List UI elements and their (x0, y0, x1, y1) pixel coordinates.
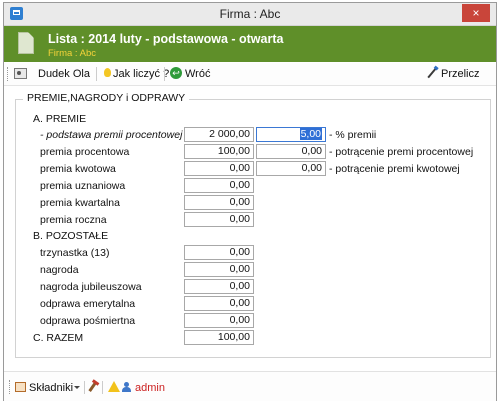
back-button[interactable]: Wróć (185, 68, 210, 80)
percent-bonus-field[interactable]: 100,00 (184, 144, 254, 159)
amount-bonus-field[interactable]: 0,00 (184, 161, 254, 176)
retirement-severance-field[interactable]: 0,00 (184, 296, 254, 311)
bonus-percent-field[interactable]: 5,00 (256, 127, 326, 142)
death-severance-field[interactable]: 0,00 (184, 313, 254, 328)
bonus-percent-value: 5,00 (299, 128, 322, 140)
status-bar: Składniki admin (4, 371, 496, 401)
title-bar: Firma : Abc × (4, 3, 496, 26)
deduction-percent-field[interactable]: 0,00 (256, 144, 326, 159)
section-a-heading: A. PREMIE (33, 113, 87, 125)
how-to-calculate-button[interactable]: Jak liczyć ? (113, 68, 169, 80)
award-field[interactable]: 0,00 (184, 262, 254, 277)
row-label-amount-bonus: premia kwotowa (40, 163, 116, 175)
quarterly-bonus-field[interactable]: 0,00 (184, 195, 254, 210)
lightbulb-icon[interactable] (104, 68, 111, 77)
header-title: Lista : 2014 luty - podstawowa - otwarta (48, 32, 284, 46)
user-icon (122, 382, 131, 393)
chevron-down-icon[interactable] (74, 386, 80, 389)
basis-field[interactable]: 2 000,00 (184, 127, 254, 142)
toolbar-separator (96, 67, 97, 81)
pen-icon[interactable] (427, 67, 437, 79)
row-label-death-severance: odprawa pośmiertna (40, 315, 136, 327)
section-c-heading: C. RAZEM (33, 332, 84, 344)
tool-icon[interactable] (88, 382, 97, 392)
annual-bonus-field[interactable]: 0,00 (184, 212, 254, 227)
close-icon[interactable]: × (462, 4, 490, 22)
header-banner: Lista : 2014 luty - podstawowa - otwarta… (4, 26, 496, 62)
row-label-thirteenth: trzynastka (13) (40, 247, 110, 259)
statusbar-separator (102, 381, 103, 394)
deduction-percent-label: - potrącenie premi procentowej (329, 146, 474, 158)
window-title: Firma : Abc (219, 7, 281, 21)
employee-button[interactable]: Dudek Ola (38, 68, 90, 80)
dialog-window: Firma : Abc × Lista : 2014 luty - podsta… (3, 2, 497, 401)
statusbar-grip[interactable] (9, 380, 12, 394)
user-name: admin (135, 382, 165, 394)
jubilee-award-field[interactable]: 0,00 (184, 279, 254, 294)
section-b-heading: B. POZOSTAŁE (33, 230, 109, 242)
row-label-percent-bonus: premia procentowa (40, 146, 130, 158)
statusbar-separator (84, 381, 85, 394)
row-label-award: nagroda (40, 264, 79, 276)
group-legend: PREMIE,NAGRODY i ODPRAWY (23, 92, 190, 104)
thirteenth-field[interactable]: 0,00 (184, 245, 254, 260)
row-label-jubilee-award: nagroda jubileuszowa (40, 281, 142, 293)
row-label-discretionary-bonus: premia uznaniowa (40, 180, 126, 192)
bonus-percent-label: - % premii (329, 129, 377, 141)
total-field[interactable]: 100,00 (184, 330, 254, 345)
toolbar: Dudek Ola Jak liczyć ? ↩ Wróć Przelicz (4, 63, 496, 86)
basis-label: - podstawa premii procentowej (40, 129, 183, 141)
deduction-amount-field[interactable]: 0,00 (256, 161, 326, 176)
row-label-retirement-severance: odprawa emerytalna (40, 298, 136, 310)
header-subtitle: Firma : Abc (48, 48, 97, 59)
discretionary-bonus-field[interactable]: 0,00 (184, 178, 254, 193)
deduction-amount-label: - potrącenie premi kwotowej (329, 163, 460, 175)
person-card-icon[interactable] (14, 68, 27, 79)
toolbar-grip[interactable] (7, 67, 11, 81)
warning-icon[interactable] (108, 381, 120, 392)
components-icon[interactable] (15, 382, 26, 392)
toolbar-separator (164, 67, 165, 81)
row-label-annual-bonus: premia roczna (40, 214, 107, 226)
row-label-quarterly-bonus: premia kwartalna (40, 197, 120, 209)
back-arrow-icon[interactable]: ↩ (170, 67, 182, 79)
components-dropdown[interactable]: Składniki (29, 382, 73, 394)
document-icon (18, 32, 34, 54)
recalculate-button[interactable]: Przelicz (441, 68, 480, 80)
